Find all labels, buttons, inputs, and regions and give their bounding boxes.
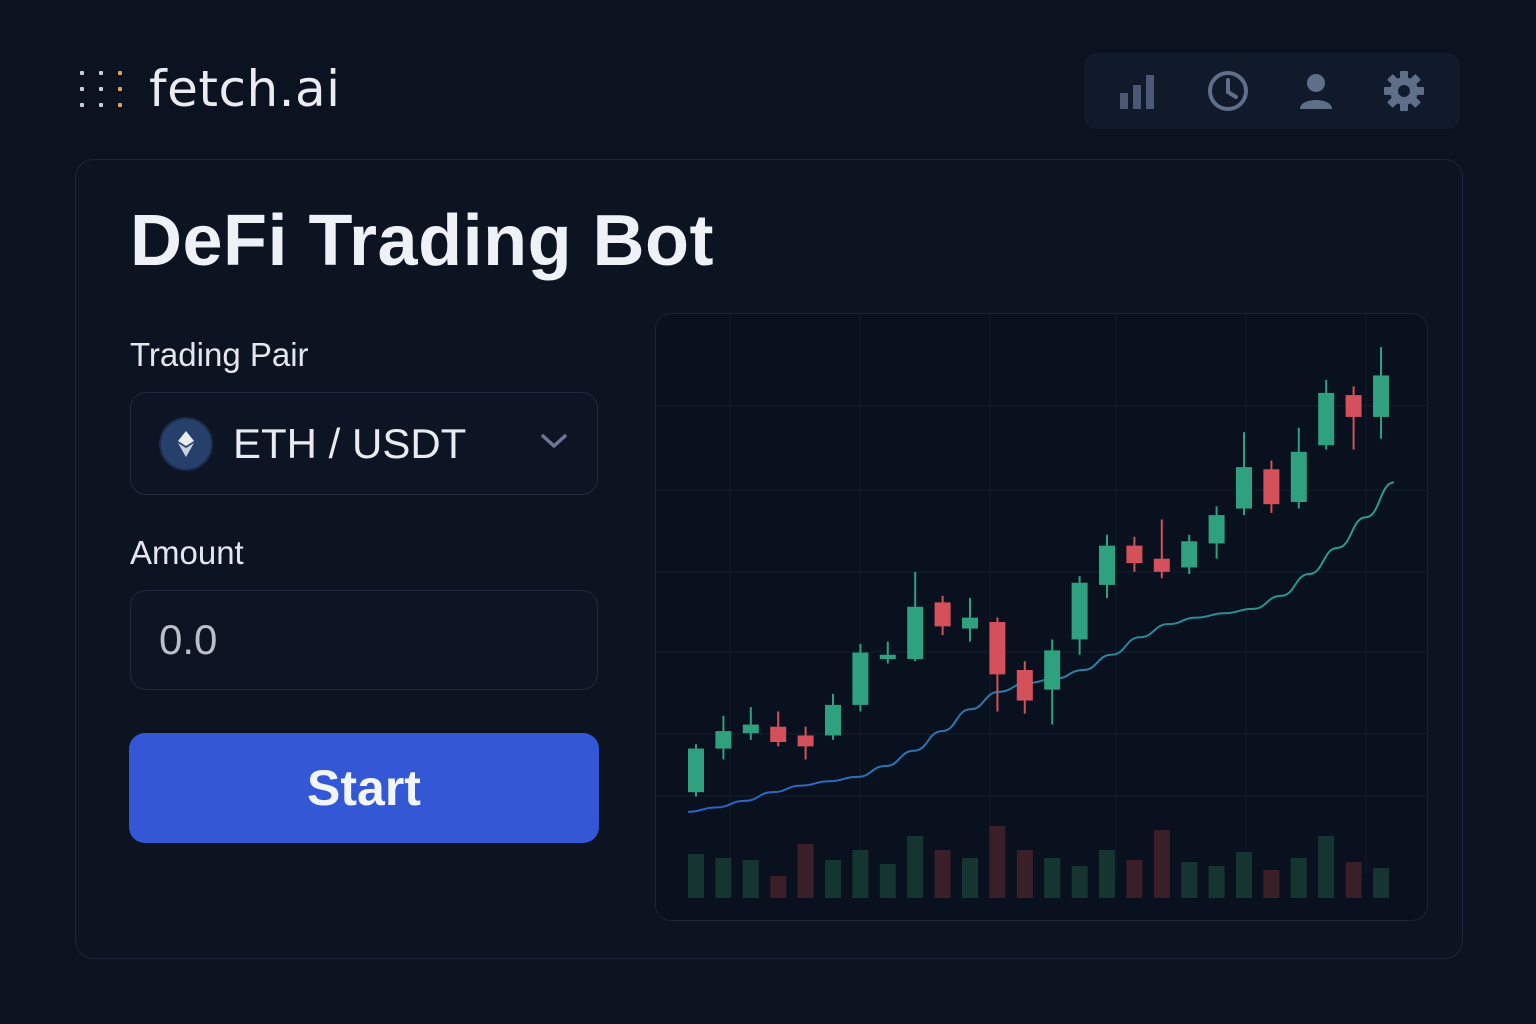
candle-body [688, 748, 704, 793]
brand-logo: fetch.ai [80, 60, 341, 118]
volume-bar [907, 836, 924, 898]
candle-body [1071, 582, 1088, 640]
eth-coin-icon [159, 416, 213, 471]
candle-body [1016, 670, 1033, 701]
volume-bar [989, 826, 1006, 898]
volume-bar [852, 850, 869, 898]
candle-body [742, 724, 759, 734]
volume-bar [1071, 866, 1088, 898]
volume-bar [688, 854, 704, 898]
volume-bar [1181, 862, 1198, 898]
candle-body [907, 606, 924, 660]
page-title: DeFi Trading Bot [130, 201, 714, 281]
volume-bar [1345, 862, 1362, 898]
candle-body [1318, 392, 1335, 446]
moving-average-line [687, 481, 1395, 813]
volume-bar [1373, 868, 1389, 898]
volume-bar [770, 876, 787, 898]
volume-bar [1290, 858, 1307, 898]
candle-body [962, 617, 978, 629]
volume-bar [1153, 830, 1170, 898]
amount-label: Amount [130, 534, 244, 571]
candle-body [1290, 451, 1307, 502]
volume-bar [715, 858, 732, 898]
volume-bar [1236, 852, 1252, 898]
candle-body [1236, 467, 1252, 509]
candle-body [1153, 558, 1170, 572]
volume-bar [1126, 860, 1143, 898]
candle-body [1126, 545, 1143, 564]
clock-icon[interactable] [1203, 66, 1253, 116]
volume-bar [1044, 858, 1061, 898]
candle-body [879, 654, 896, 660]
candle-body [1373, 375, 1389, 417]
volume-bar [1263, 870, 1280, 898]
price-chart [655, 313, 1428, 921]
user-icon[interactable] [1291, 66, 1341, 116]
volume-bar [1016, 850, 1033, 898]
bar-chart-icon[interactable] [1115, 66, 1165, 116]
fetch-logo-icon [80, 71, 123, 107]
candle-body [1044, 650, 1061, 690]
amount-field-wrapper [130, 590, 746, 690]
amount-input[interactable] [159, 616, 700, 664]
volume-bar [825, 860, 841, 898]
top-toolbar [1084, 53, 1460, 129]
volume-bar [1208, 866, 1225, 898]
volume-bar [797, 844, 814, 898]
candle-body [770, 726, 787, 742]
volume-bar [962, 858, 978, 898]
start-button[interactable]: Start [129, 733, 599, 843]
candle-body [797, 735, 814, 747]
candle-body [934, 602, 951, 627]
trading-pair-label: Trading Pair [130, 336, 309, 373]
candlestick-chart [656, 314, 1427, 898]
candle-body [715, 731, 732, 749]
gear-icon[interactable] [1379, 66, 1429, 116]
candle-body [1263, 469, 1280, 505]
volume-bar [1099, 850, 1115, 898]
trading-pair-select[interactable]: ETH / USDT [130, 392, 598, 495]
trading-pair-value: ETH / USDT [233, 419, 467, 467]
candle-body [852, 652, 869, 705]
candle-body [1099, 545, 1115, 585]
candle-body [1181, 541, 1198, 568]
volume-bar [879, 864, 896, 898]
volume-bar [934, 850, 951, 898]
candle-body [1345, 395, 1362, 417]
volume-bar [742, 860, 759, 898]
brand-name: fetch.ai [149, 60, 341, 118]
candle-body [989, 622, 1006, 675]
volume-bar [1318, 836, 1335, 898]
candle-body [825, 704, 841, 736]
chevron-down-icon [539, 431, 569, 456]
candle-body [1208, 515, 1225, 544]
